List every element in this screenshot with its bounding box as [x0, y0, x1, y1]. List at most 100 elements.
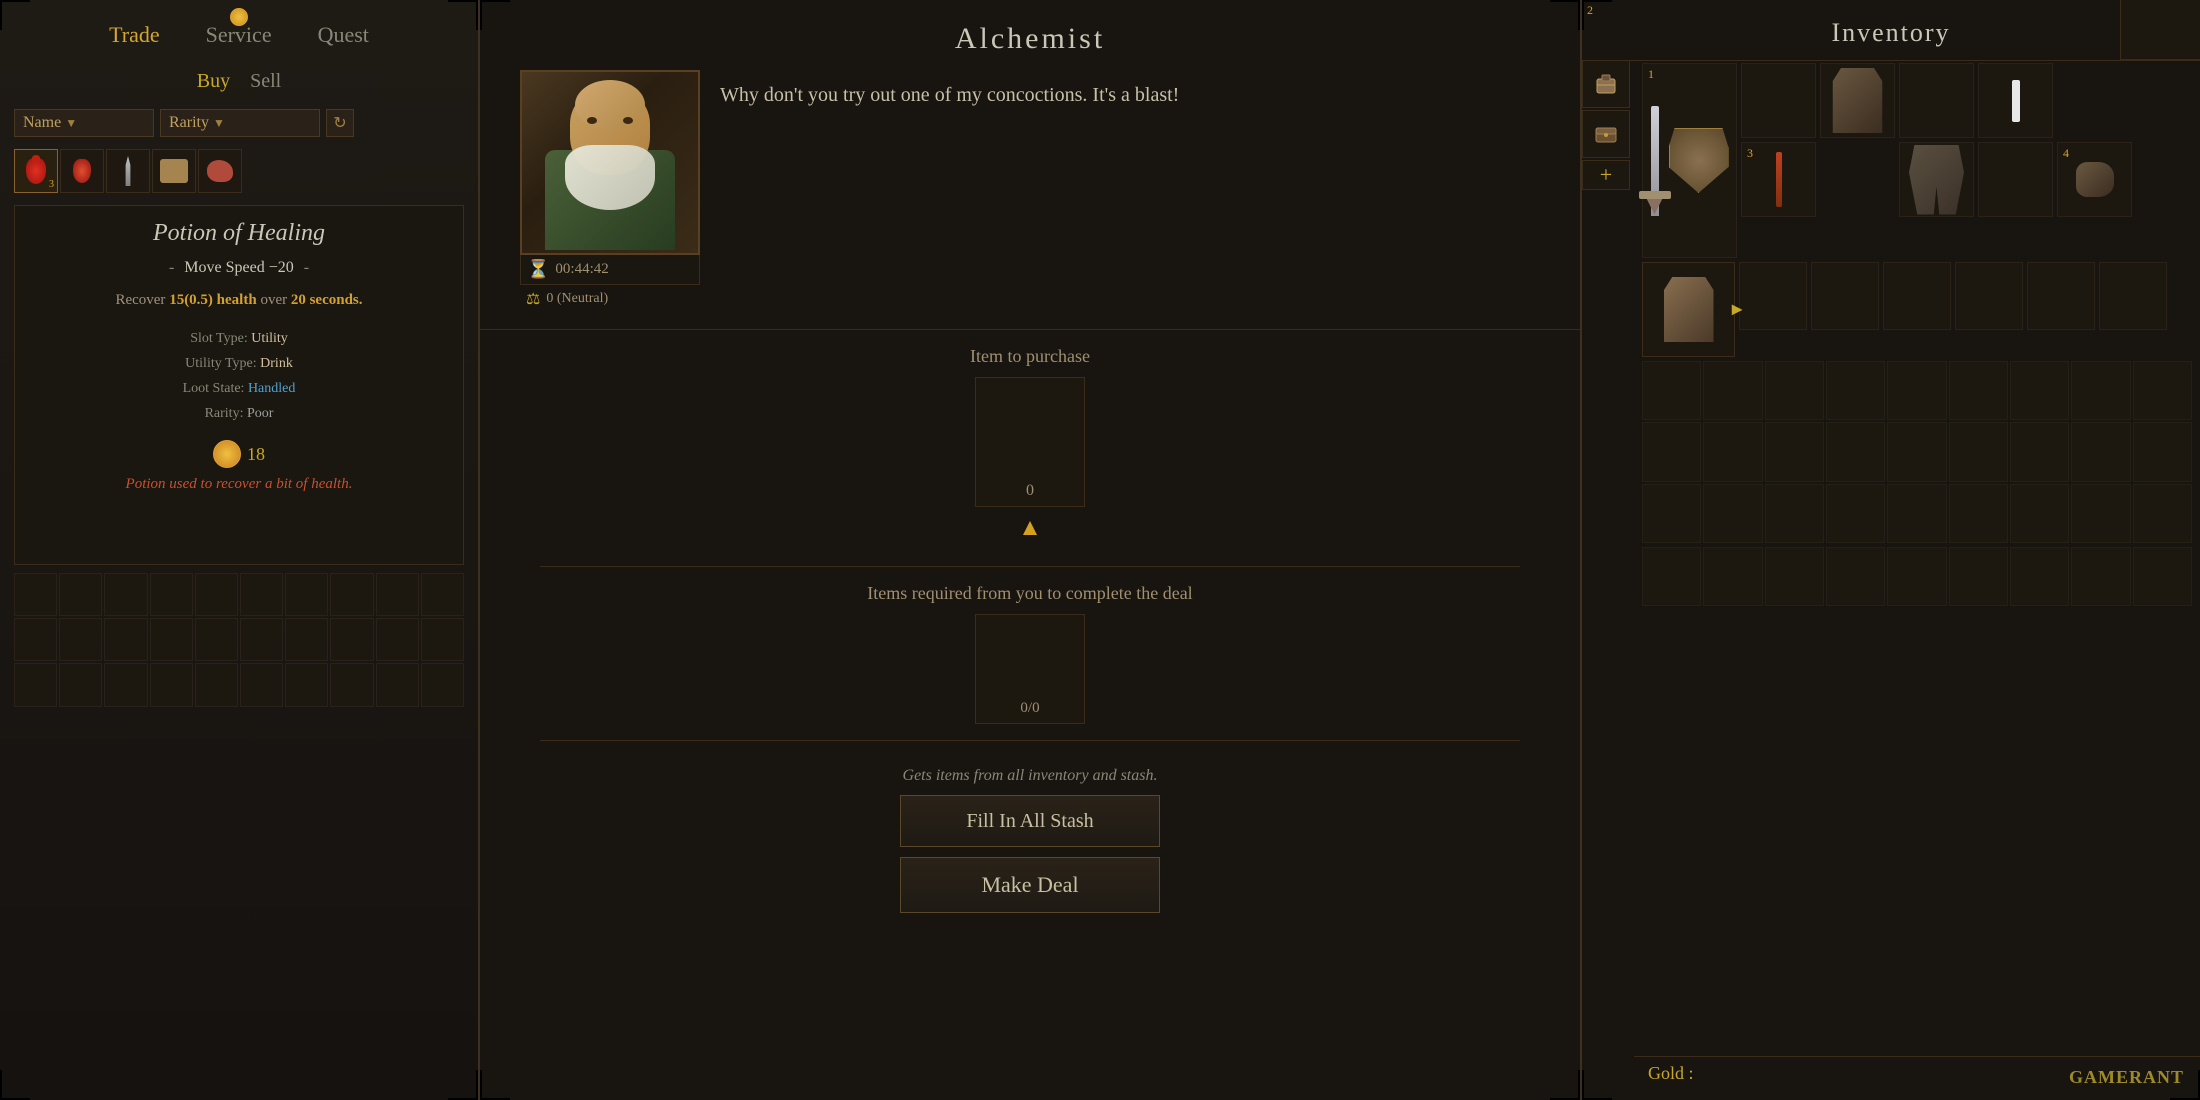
inv-cell[interactable]	[2071, 422, 2130, 481]
inv-cell[interactable]	[2010, 547, 2069, 606]
grid-cell[interactable]	[14, 663, 57, 706]
inv-cell[interactable]	[1887, 484, 1946, 543]
grid-cell[interactable]	[150, 618, 193, 661]
grid-cell[interactable]	[285, 618, 328, 661]
extra-slot[interactable]	[2099, 262, 2167, 330]
trade-tab[interactable]: Trade	[101, 18, 168, 52]
inventory-tab-main[interactable]	[1582, 60, 1630, 108]
potion2-category-icon[interactable]	[60, 149, 104, 193]
grid-cell[interactable]	[14, 618, 57, 661]
inventory-tab-secondary[interactable]	[1582, 110, 1630, 158]
extra-slot[interactable]	[2027, 262, 2095, 330]
inv-cell[interactable]	[1703, 422, 1762, 481]
refresh-button[interactable]: ↻	[326, 109, 354, 137]
inv-cell[interactable]	[1887, 547, 1946, 606]
chest-slot[interactable]	[1820, 63, 1895, 138]
grid-cell[interactable]	[330, 573, 373, 616]
grid-cell[interactable]	[59, 618, 102, 661]
grid-cell[interactable]	[240, 663, 283, 706]
armor-slot[interactable]: ▶	[1642, 262, 1735, 357]
inv-cell[interactable]	[2010, 484, 2069, 543]
inv-cell[interactable]	[2071, 361, 2130, 420]
grid-cell[interactable]	[285, 573, 328, 616]
make-deal-button[interactable]: Make Deal	[900, 857, 1160, 913]
grid-cell[interactable]	[59, 663, 102, 706]
right-slot-1[interactable]	[1899, 63, 1974, 138]
grid-cell[interactable]	[150, 663, 193, 706]
misc-category-icon[interactable]	[198, 149, 242, 193]
inv-cell[interactable]	[1703, 361, 1762, 420]
fill-stash-button[interactable]: Fill In All Stash	[900, 795, 1160, 847]
potion-category-icon[interactable]: 3	[14, 149, 58, 193]
inv-cell[interactable]	[2071, 484, 2130, 543]
inv-cell[interactable]	[1949, 484, 2008, 543]
grid-cell[interactable]	[285, 663, 328, 706]
extra-slot[interactable]	[1883, 262, 1951, 330]
right-slot-2[interactable]	[1978, 63, 2053, 138]
inv-cell[interactable]	[1642, 484, 1701, 543]
grid-cell[interactable]	[150, 573, 193, 616]
extra-slot[interactable]	[1955, 262, 2023, 330]
head-slot[interactable]	[1741, 63, 1816, 138]
inv-cell[interactable]	[1826, 547, 1885, 606]
slot-4[interactable]: 4	[2057, 142, 2132, 217]
inv-cell[interactable]	[1765, 361, 1824, 420]
sell-tab[interactable]: Sell	[250, 70, 281, 93]
inv-cell[interactable]	[1887, 361, 1946, 420]
grid-cell[interactable]	[376, 618, 419, 661]
grid-cell[interactable]	[59, 573, 102, 616]
grid-cell[interactable]	[421, 573, 464, 616]
inv-cell[interactable]	[1949, 547, 2008, 606]
grid-cell[interactable]	[104, 663, 147, 706]
grid-cell[interactable]	[240, 618, 283, 661]
inv-cell[interactable]	[1826, 422, 1885, 481]
grid-cell[interactable]	[330, 618, 373, 661]
grid-cell[interactable]	[195, 573, 238, 616]
grid-cell[interactable]	[330, 663, 373, 706]
grid-cell[interactable]	[195, 663, 238, 706]
pants-slot[interactable]	[1899, 142, 1974, 217]
grid-cell[interactable]	[376, 573, 419, 616]
inv-cell[interactable]	[2010, 361, 2069, 420]
inv-cell[interactable]	[2071, 547, 2130, 606]
add-slot-button[interactable]: +	[1582, 160, 1630, 190]
rarity-filter-dropdown[interactable]: Rarity ▼	[160, 109, 320, 137]
weapon-slot[interactable]: 1	[1642, 63, 1737, 258]
grid-cell[interactable]	[421, 663, 464, 706]
grid-cell[interactable]	[104, 573, 147, 616]
inv-cell[interactable]	[2133, 484, 2192, 543]
weapon-category-icon[interactable]	[106, 149, 150, 193]
inv-cell[interactable]	[1949, 361, 2008, 420]
quest-tab[interactable]: Quest	[310, 18, 377, 52]
inv-cell[interactable]	[2133, 361, 2192, 420]
scroll-category-icon[interactable]	[152, 149, 196, 193]
extra-slot[interactable]	[1739, 262, 1807, 330]
purchase-slot[interactable]: 0	[975, 377, 1085, 507]
grid-cell[interactable]	[104, 618, 147, 661]
inv-cell[interactable]	[1765, 422, 1824, 481]
inv-cell[interactable]	[2133, 422, 2192, 481]
grid-cell[interactable]	[195, 618, 238, 661]
slot-empty-1[interactable]	[1978, 142, 2053, 217]
inv-cell[interactable]	[1642, 547, 1701, 606]
empty-slot-mid[interactable]: 2	[1820, 142, 1895, 217]
inv-cell[interactable]	[1949, 422, 2008, 481]
inv-cell[interactable]	[2133, 547, 2192, 606]
inv-cell[interactable]	[1703, 547, 1762, 606]
inv-cell[interactable]	[1765, 484, 1824, 543]
inv-cell[interactable]	[2010, 422, 2069, 481]
service-tab[interactable]: Service	[198, 18, 280, 52]
slot-3[interactable]: 3	[1741, 142, 1816, 217]
grid-cell[interactable]	[14, 573, 57, 616]
inv-cell[interactable]	[1826, 361, 1885, 420]
name-filter-dropdown[interactable]: Name ▼	[14, 109, 154, 137]
inv-cell[interactable]	[1887, 422, 1946, 481]
inv-cell[interactable]	[1642, 422, 1701, 481]
inv-cell[interactable]	[1826, 484, 1885, 543]
grid-cell[interactable]	[376, 663, 419, 706]
extra-slot[interactable]	[1811, 262, 1879, 330]
inv-cell[interactable]	[1703, 484, 1762, 543]
inv-cell[interactable]	[1642, 361, 1701, 420]
grid-cell[interactable]	[421, 618, 464, 661]
buy-tab[interactable]: Buy	[197, 70, 230, 93]
